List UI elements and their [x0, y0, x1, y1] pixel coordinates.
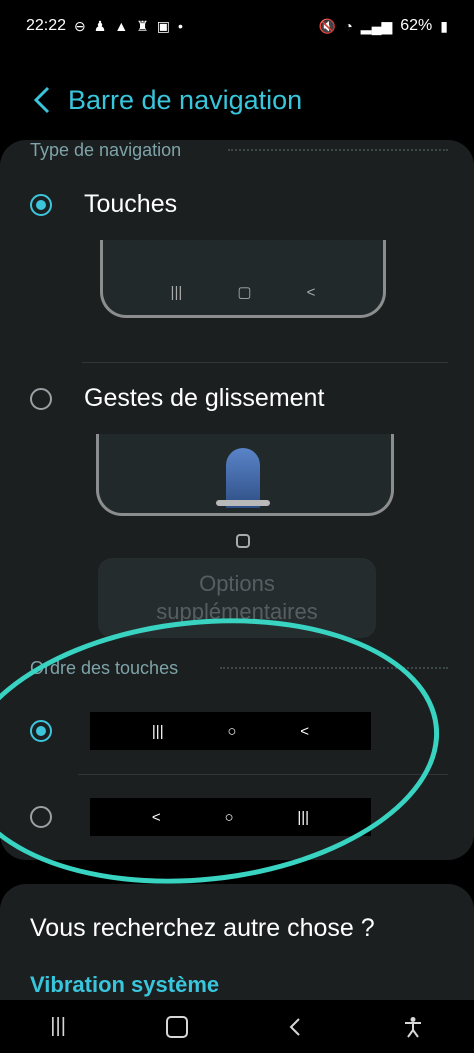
- image-icon: ▣: [156, 17, 170, 34]
- radio-gestures[interactable]: [30, 388, 52, 410]
- signal-icon: ▂▄▆: [360, 17, 393, 34]
- recents-icon: |||: [170, 283, 183, 301]
- recents-icon[interactable]: |||: [50, 1015, 66, 1038]
- option-gestures-label[interactable]: Gestes de glissement: [84, 384, 324, 413]
- time: 22:22: [26, 17, 67, 34]
- mute-icon: 🔇: [318, 17, 337, 34]
- dot-icon: •: [178, 18, 183, 34]
- battery-level: 62%: [400, 17, 433, 34]
- page-header: Barre de navigation: [0, 70, 474, 130]
- chevron-left-icon: [34, 86, 50, 114]
- do-not-disturb-icon: ⊖: [74, 17, 86, 34]
- home-icon: ▢: [237, 284, 252, 301]
- system-nav-bar: |||: [0, 1000, 474, 1053]
- gesture-pill: [226, 448, 260, 508]
- option-divider: [82, 362, 448, 363]
- status-left: 22:22 ⊖ ♟ ▲ ♜ ▣ •: [26, 17, 183, 35]
- status-bar: 22:22 ⊖ ♟ ▲ ♜ ▣ • 🔇 ◔ ▂▄▆ 62% ▮: [0, 0, 474, 52]
- search-more-title: Vous recherchez autre chose ?: [30, 914, 375, 942]
- back-button[interactable]: [22, 80, 62, 120]
- lock-icon: ♜: [136, 17, 149, 34]
- settings-icon: ♟: [93, 17, 107, 34]
- gesture-handle: [216, 500, 270, 506]
- home-icon[interactable]: [166, 1015, 189, 1038]
- back-icon: <: [306, 283, 316, 301]
- section-divider: [228, 149, 448, 151]
- highlight-annotation: [0, 595, 453, 907]
- vibration-link[interactable]: Vibration système: [30, 972, 219, 998]
- wifi-icon: ◔: [344, 18, 353, 34]
- circle-icon: [236, 534, 250, 548]
- accessibility-icon[interactable]: [402, 1016, 424, 1038]
- preview-nav-buttons: ||| ▢ <: [103, 283, 383, 302]
- page-title: Barre de navigation: [68, 84, 303, 115]
- touches-preview[interactable]: ||| ▢ <: [100, 240, 386, 318]
- warning-icon: ▲: [114, 18, 129, 34]
- battery-icon: ▮: [440, 17, 448, 34]
- back-icon[interactable]: [289, 1017, 301, 1037]
- radio-touches[interactable]: [30, 194, 52, 216]
- navigation-type-title: Type de navigation: [30, 140, 182, 160]
- option-touches-label[interactable]: Touches: [84, 190, 177, 219]
- navigation-settings-card: Type de navigation Touches ||| ▢ < Geste…: [0, 140, 474, 907]
- status-right: 🔇 ◔ ▂▄▆ 62% ▮: [319, 17, 448, 35]
